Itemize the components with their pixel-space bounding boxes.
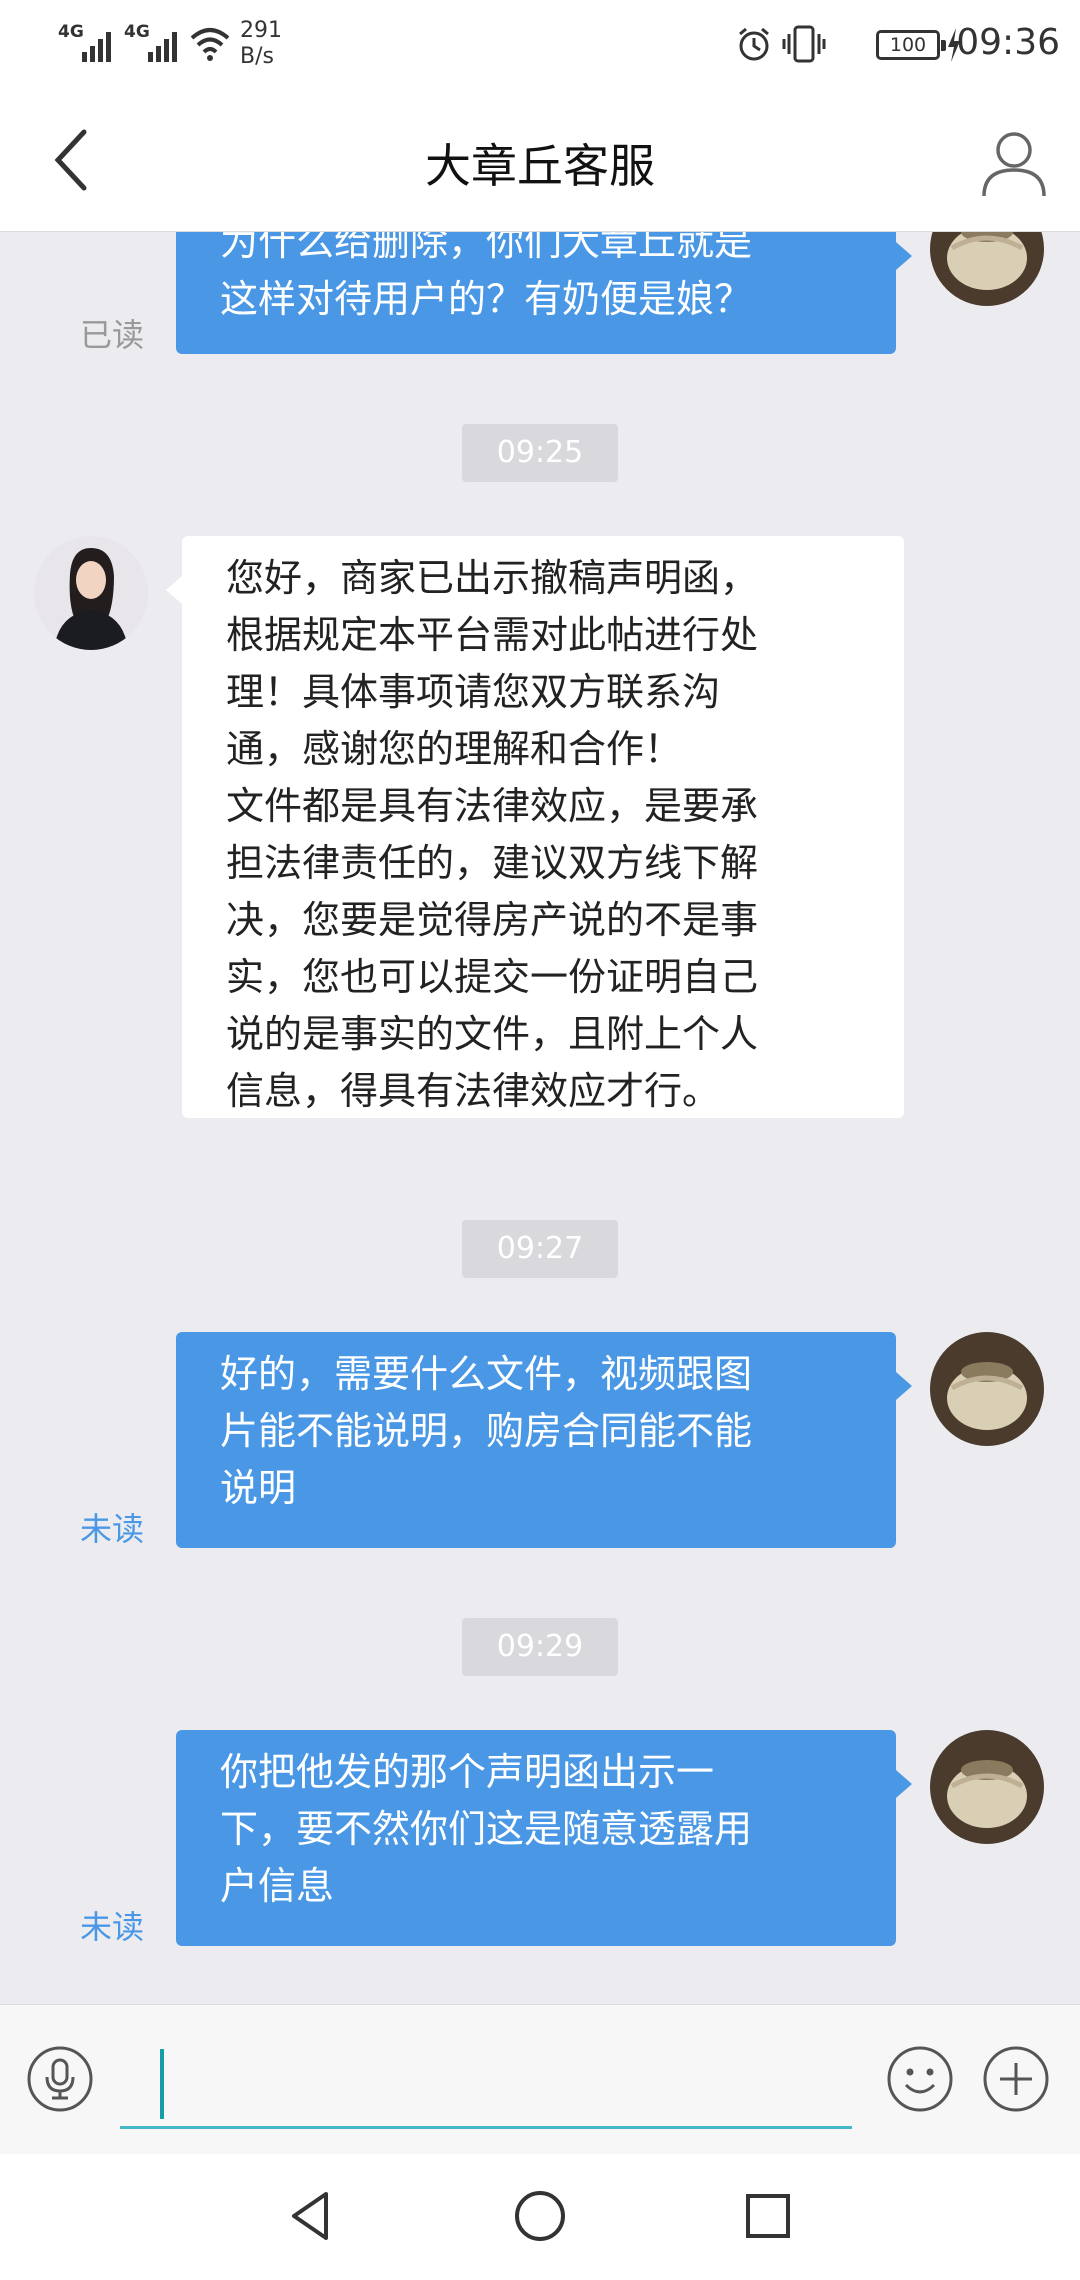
message-line: 理！具体事项请您双方联系沟: [226, 670, 721, 714]
network-speed: 291 B/s: [240, 18, 282, 70]
emoji-button[interactable]: [886, 2045, 954, 2113]
message-input-bar: [0, 2004, 1080, 2154]
nav-home-button[interactable]: [510, 2186, 570, 2246]
my-avatar[interactable]: [930, 1730, 1044, 1844]
signal-icon-2: [148, 32, 177, 62]
nav-recents-button[interactable]: [738, 2186, 798, 2246]
wifi-icon: [190, 28, 230, 61]
square-recents-icon: [746, 2194, 790, 2238]
text-cursor: [160, 2049, 164, 2119]
my-avatar[interactable]: [930, 232, 1044, 306]
support-agent-avatar[interactable]: [34, 536, 148, 650]
circle-home-icon: [515, 2191, 565, 2241]
message-line: 通，感谢您的理解和合作！: [226, 727, 683, 771]
battery-indicator: 100: [876, 30, 946, 60]
clock: 09:36: [956, 22, 1060, 63]
microphone-icon: [27, 2046, 93, 2112]
outgoing-message-bubble[interactable]: 你把他发的那个声明函出示一 下，要不然你们这是随意透露用 户信息: [176, 1730, 912, 1946]
message-line: 下，要不然你们这是随意透露用: [220, 1807, 753, 1851]
timestamp-chip: 09:25: [462, 424, 618, 482]
read-receipt: 已读: [80, 316, 145, 354]
message-text-input[interactable]: [120, 2037, 852, 2129]
unread-receipt: 未读: [80, 1908, 145, 1946]
more-options-button[interactable]: [982, 2045, 1050, 2113]
page-title: 大章丘客服: [425, 139, 655, 193]
incoming-message-bubble[interactable]: 您好，商家已出示撤稿声明函， 根据规定本平台需对此帖进行处 理！具体事项请您双方…: [166, 536, 904, 1118]
timestamp-chip: 09:29: [462, 1618, 618, 1676]
message-line: 你把他发的那个声明函出示一: [220, 1750, 715, 1794]
message-line: 好的，需要什么文件，视频跟图: [220, 1352, 753, 1396]
user-avatar-icon: [930, 1332, 1044, 1446]
status-bar: 4G 4G 291 B/s 100 09:36: [0, 0, 1080, 90]
app-header: 大章丘客服: [0, 90, 1080, 232]
user-profile-button[interactable]: [978, 126, 1050, 198]
message-line: 实，您也可以提交一份证明自己: [226, 955, 759, 999]
message-line: 说的是事实的文件，且附上个人: [226, 1012, 759, 1056]
nav-back-button[interactable]: [282, 2186, 342, 2246]
user-avatar-icon: [930, 1730, 1044, 1844]
message-line: 文件都是具有法律效应，是要承: [226, 784, 759, 828]
system-navigation-bar: [0, 2154, 1080, 2280]
timestamp-chip: 09:27: [462, 1220, 618, 1278]
message-line: 为什么给删除，你们大章丘就是: [220, 232, 753, 264]
my-avatar[interactable]: [930, 1332, 1044, 1446]
network-speed-unit: B/s: [240, 44, 274, 69]
agent-avatar-icon: [34, 536, 148, 650]
message-line: 根据规定本平台需对此帖进行处: [226, 613, 759, 657]
alarm-icon: [739, 27, 769, 61]
smiley-icon: [887, 2046, 953, 2112]
message-line: 信息，得具有法律效应才行。: [226, 1069, 721, 1113]
plus-icon: [983, 2046, 1049, 2112]
message-line: 这样对待用户的？有奶便是娘？: [220, 277, 753, 321]
message-line: 片能不能说明，购房合同能不能: [220, 1409, 753, 1453]
vibrate-icon: [782, 25, 826, 63]
outgoing-message-bubble[interactable]: 好的，需要什么文件，视频跟图 片能不能说明，购房合同能不能 说明: [176, 1332, 912, 1548]
message-line: 说明: [220, 1466, 297, 1510]
triangle-back-icon: [292, 2192, 328, 2240]
message-line: 您好，商家已出示撤稿声明函，: [226, 556, 759, 600]
network-speed-value: 291: [240, 18, 282, 43]
outgoing-message-bubble[interactable]: 为什么给删除，你们大章丘就是 这样对待用户的？有奶便是娘？: [176, 232, 912, 354]
chat-message-list[interactable]: 为什么给删除，你们大章丘就是 这样对待用户的？有奶便是娘？ 已读 09:25 您…: [0, 232, 1080, 2004]
user-icon: [982, 132, 1046, 197]
message-line: 担法律责任的，建议双方线下解: [226, 841, 759, 885]
message-line: 决，您要是觉得房产说的不是事: [226, 898, 759, 942]
message-line: 户信息: [220, 1864, 335, 1908]
user-avatar-icon: [930, 232, 1044, 306]
voice-input-button[interactable]: [26, 2045, 94, 2113]
unread-receipt: 未读: [80, 1510, 145, 1548]
signal-icon-1: [82, 32, 111, 62]
